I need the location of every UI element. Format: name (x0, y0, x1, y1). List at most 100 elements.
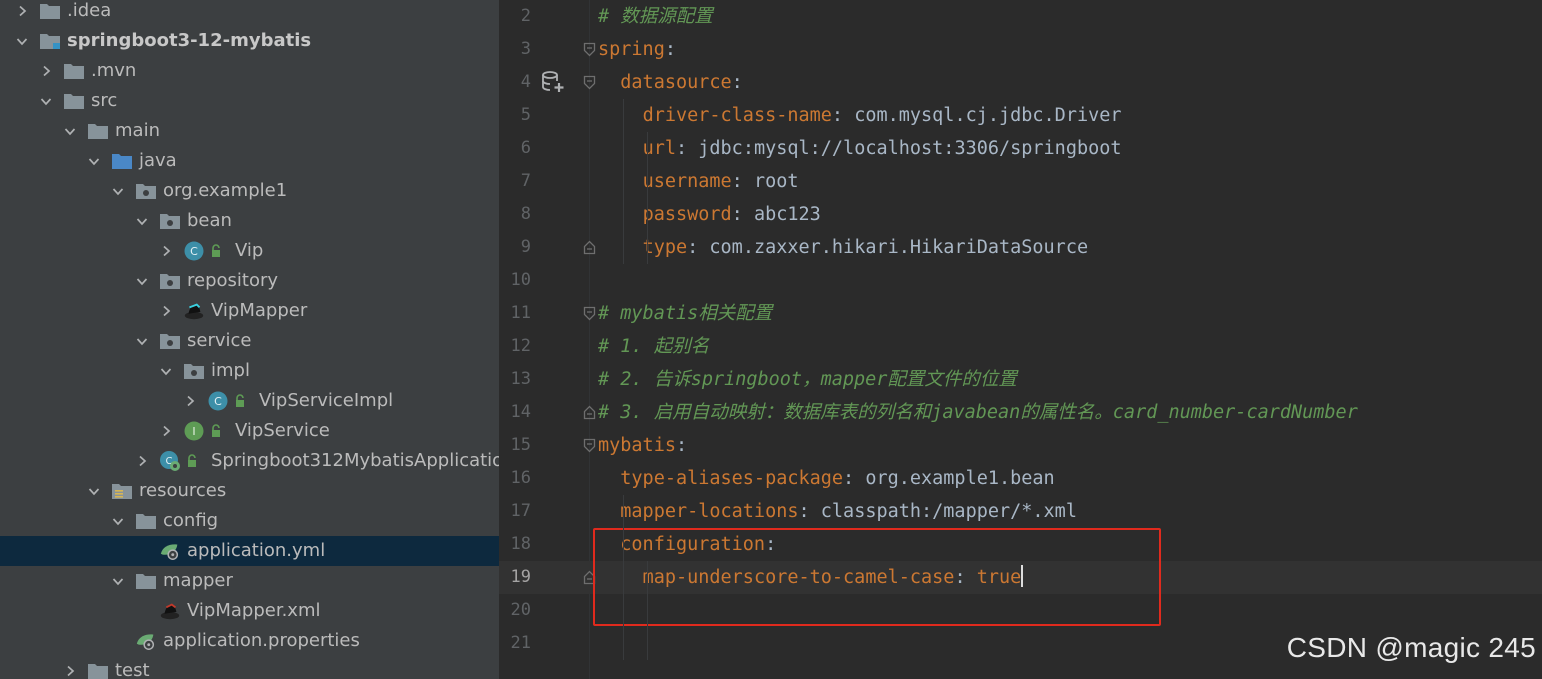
tree-item-vipserviceimpl[interactable]: C VipServiceImpl (0, 386, 499, 416)
tree-item-repository[interactable]: repository (0, 266, 499, 296)
code-line[interactable]: 7 username: root (499, 165, 1542, 198)
chevron-down-icon[interactable] (38, 86, 54, 116)
line-number: 13 (510, 369, 531, 389)
project-tree[interactable]: .idea springboot3-12-mybatis .mvn src main ja… (0, 0, 499, 679)
tree-item-impl[interactable]: impl (0, 356, 499, 386)
tree-item-service[interactable]: service (0, 326, 499, 356)
code-line[interactable]: 13 # 2. 告诉springboot，mapper配置文件的位置 (499, 363, 1542, 396)
code-text: mybatis: (598, 429, 687, 462)
tree-item-label: .idea (67, 0, 112, 21)
code-line[interactable]: 3 spring: (499, 33, 1542, 66)
tree-item-bean[interactable]: bean (0, 206, 499, 236)
tree-item-application-yml[interactable]: application.yml (0, 536, 499, 566)
tree-item-src[interactable]: src (0, 86, 499, 116)
code-line[interactable]: 4 datasource: (499, 66, 1542, 99)
code-text: # 3. 启用自动映射：数据库表的列名和javabean的属性名。card_nu… (598, 396, 1358, 429)
tree-item-resources[interactable]: resources (0, 476, 499, 506)
tree-item-org-example1[interactable]: org.example1 (0, 176, 499, 206)
tree-item-main[interactable]: main (0, 116, 499, 146)
tree-item-vip[interactable]: C Vip (0, 236, 499, 266)
chevron-down-icon[interactable] (158, 356, 174, 386)
code-text: # 2. 告诉springboot，mapper配置文件的位置 (598, 363, 1017, 396)
code-line[interactable]: 8 password: abc123 (499, 198, 1542, 231)
chevron-down-icon[interactable] (134, 326, 150, 356)
value-token: : (798, 501, 821, 522)
value-token: classpath:/mapper/*.xml (820, 501, 1077, 522)
tree-item-mapper[interactable]: mapper (0, 566, 499, 596)
fold-start-icon[interactable] (583, 438, 596, 453)
yaml-key-token: password (642, 204, 732, 225)
indent-guide (647, 561, 648, 660)
tree-item-vipservice[interactable]: I VipService (0, 416, 499, 446)
chevron-down-icon[interactable] (110, 566, 126, 596)
tree-item-springboot312mybatisapplicatio[interactable]: C Springboot312MybatisApplicatio (0, 446, 499, 476)
tree-item-vipmapper-xml[interactable]: VipMapper.xml (0, 596, 499, 626)
chevron-down-icon[interactable] (62, 116, 78, 146)
tree-item-test[interactable]: test (0, 656, 499, 679)
chevron-down-icon[interactable] (110, 176, 126, 206)
comment-token: # 3. 启用自动映射：数据库表的列名和javabean的属性名。card_nu… (598, 402, 1358, 423)
value-token (598, 468, 620, 489)
fold-end-icon[interactable] (583, 240, 596, 255)
value-token (598, 204, 643, 225)
line-number: 8 (520, 204, 531, 224)
code-line[interactable]: 11 # mybatis相关配置 (499, 297, 1542, 330)
code-text: password: abc123 (598, 198, 821, 231)
code-line[interactable]: 2 # 数据源配置 (499, 0, 1542, 33)
chevron-down-icon[interactable] (134, 206, 150, 236)
fold-start-icon[interactable] (583, 306, 596, 321)
chevron-right-icon[interactable] (38, 56, 54, 86)
chevron-right-icon[interactable] (134, 446, 150, 476)
code-line[interactable]: 16 type-aliases-package: org.example1.be… (499, 462, 1542, 495)
chevron-right-icon[interactable] (158, 296, 174, 326)
value-token: : (675, 435, 688, 456)
tree-item-config[interactable]: config (0, 506, 499, 536)
code-line[interactable]: 9 type: com.zaxxer.hikari.HikariDataSour… (499, 231, 1542, 264)
fold-end-icon[interactable] (583, 405, 596, 420)
chevron-right-icon[interactable] (158, 416, 174, 446)
tree-item-mvn[interactable]: .mvn (0, 56, 499, 86)
comment-token: # 数据源配置 (598, 6, 713, 27)
chevron-right-icon[interactable] (14, 0, 30, 26)
chevron-right-icon[interactable] (158, 236, 174, 266)
tree-item-label: springboot3-12-mybatis (67, 30, 312, 51)
chevron-right-icon[interactable] (62, 656, 78, 679)
code-line[interactable]: 6 url: jdbc:mysql://localhost:3306/sprin… (499, 132, 1542, 165)
comment-token: # 2. 告诉springboot，mapper配置文件的位置 (598, 369, 1017, 390)
tree-item-java[interactable]: java (0, 146, 499, 176)
code-line[interactable]: 15 mybatis: (499, 429, 1542, 462)
chevron-down-icon[interactable] (14, 26, 30, 56)
fold-start-icon[interactable] (583, 75, 596, 90)
line-number: 10 (510, 270, 531, 290)
code-line[interactable]: 17 mapper-locations: classpath:/mapper/*… (499, 495, 1542, 528)
yaml-key-token: datasource (620, 72, 732, 93)
tree-item-vipmapper[interactable]: VipMapper (0, 296, 499, 326)
tree-item-label: VipMapper (211, 300, 308, 321)
code-line[interactable]: 10 (499, 264, 1542, 297)
tree-item-springboot3-12-mybatis[interactable]: springboot3-12-mybatis (0, 26, 499, 56)
code-line[interactable]: 12 # 1. 起别名 (499, 330, 1542, 363)
code-line[interactable]: 14 # 3. 启用自动映射：数据库表的列名和javabean的属性名。card_… (499, 396, 1542, 429)
package-icon (159, 266, 181, 296)
code-text: mapper-locations: classpath:/mapper/*.xm… (598, 495, 1077, 528)
database-add-icon[interactable] (541, 70, 565, 94)
line-number: 11 (510, 303, 531, 323)
mybatis-xml-icon (159, 596, 181, 626)
lock-icon (209, 236, 223, 266)
code-line[interactable]: 5 driver-class-name: com.mysql.cj.jdbc.D… (499, 99, 1542, 132)
chevron-right-icon[interactable] (182, 386, 198, 416)
tree-item-application-properties[interactable]: application.properties (0, 626, 499, 656)
lock-icon (233, 386, 247, 416)
class-icon: C (183, 236, 205, 266)
code-editor[interactable]: 2 # 数据源配置 3 spring: 4 datasource: 5 driver-cl… (499, 0, 1542, 679)
chevron-down-icon[interactable] (134, 266, 150, 296)
fold-start-icon[interactable] (583, 42, 596, 57)
chevron-down-icon[interactable] (86, 146, 102, 176)
chevron-down-icon[interactable] (86, 476, 102, 506)
line-number: 21 (510, 633, 531, 653)
chevron-down-icon[interactable] (110, 506, 126, 536)
tree-item-idea[interactable]: .idea (0, 0, 499, 26)
folder-icon (63, 86, 85, 116)
line-number: 3 (520, 39, 531, 59)
line-number: 6 (520, 138, 531, 158)
